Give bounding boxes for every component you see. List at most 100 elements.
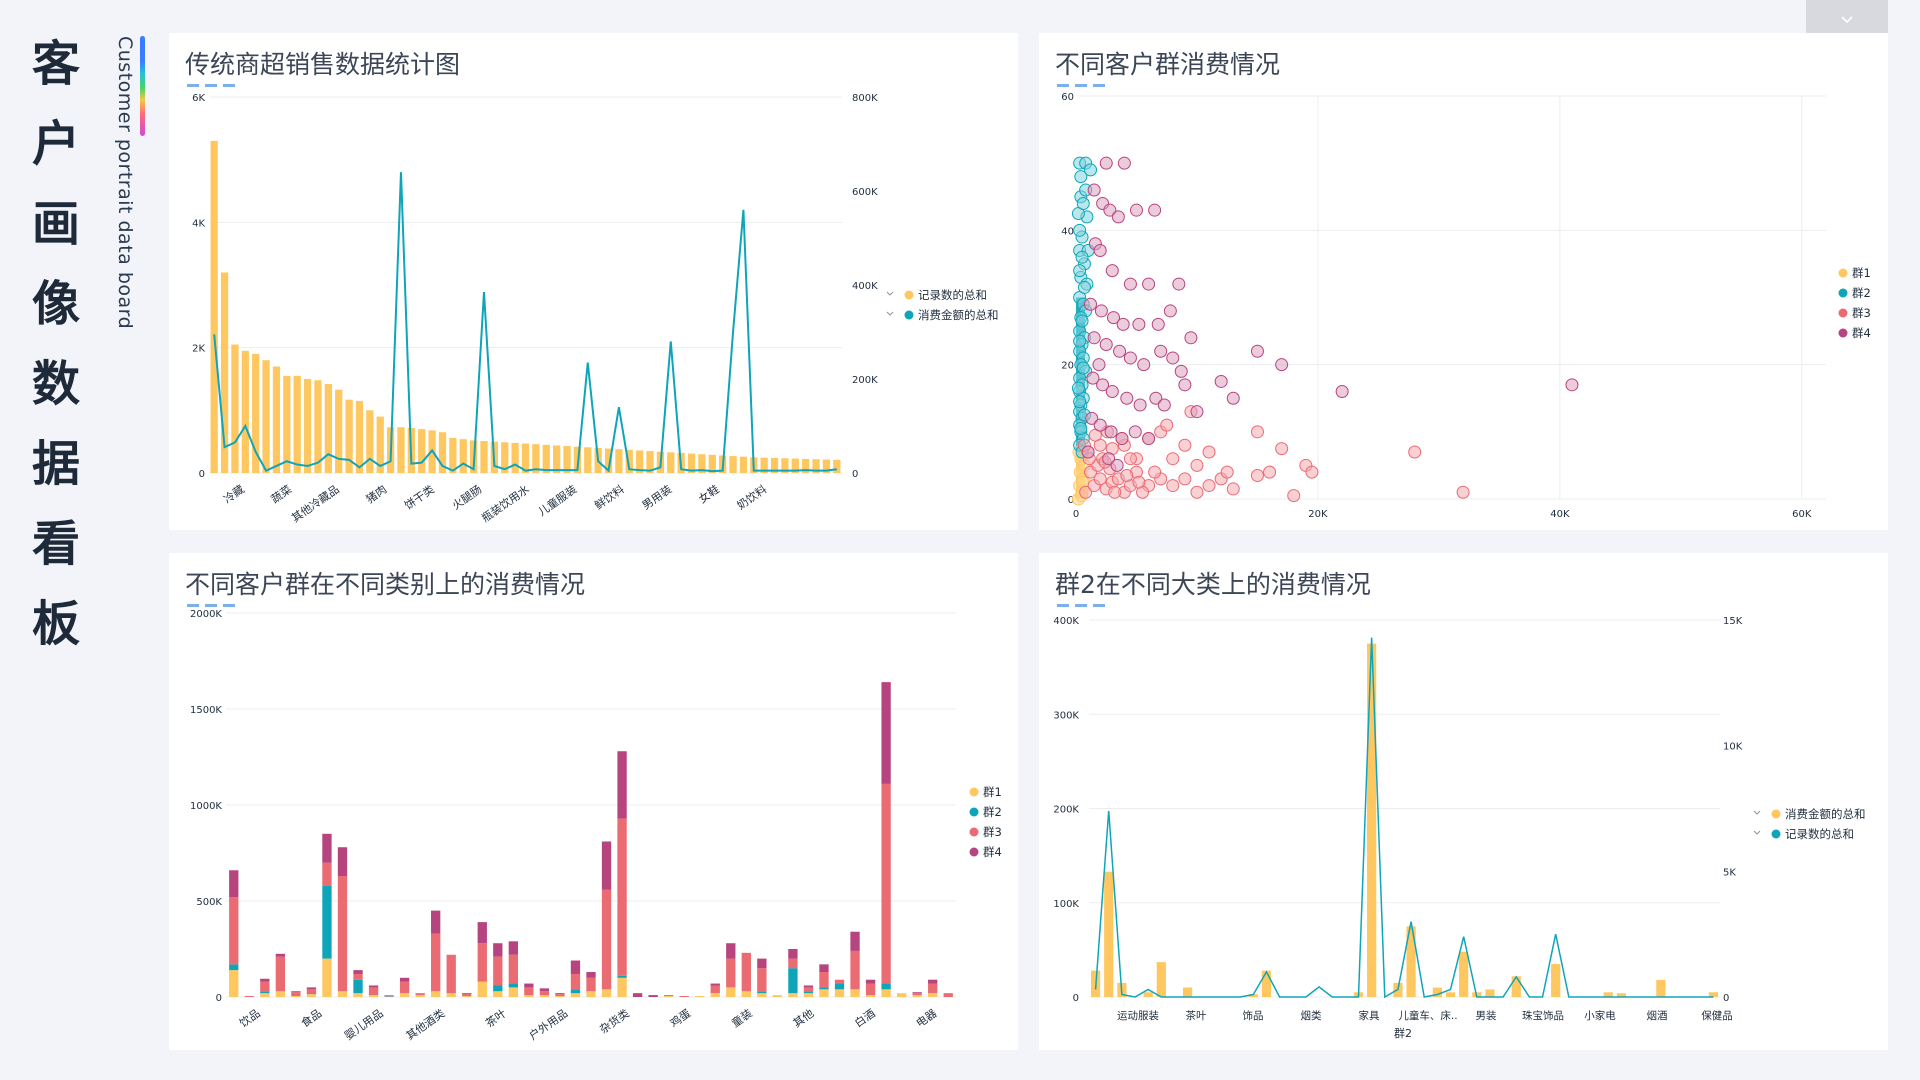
scatter-point	[1093, 418, 1107, 432]
legend-marker	[904, 290, 914, 300]
scatter-point	[1115, 432, 1129, 446]
bar-segment	[524, 995, 534, 997]
scatter-point	[1220, 465, 1234, 479]
bar-segment	[415, 995, 425, 997]
bar-segment	[477, 922, 487, 944]
legend-marker	[904, 310, 914, 320]
bar-segment	[695, 996, 705, 997]
scatter-point	[1142, 277, 1156, 291]
bar-segment	[928, 983, 938, 994]
bar	[303, 379, 312, 473]
bar-segment	[260, 978, 270, 982]
bar-segment	[570, 993, 581, 997]
bar-segment	[881, 989, 891, 997]
bar-segment	[664, 995, 674, 997]
bar-segment	[555, 993, 565, 995]
bar-segment	[834, 979, 845, 984]
bar-segment	[462, 996, 472, 997]
bar	[584, 447, 592, 473]
y-tick-label-right: 0	[852, 469, 858, 480]
x-tick-label: 食品	[298, 1006, 324, 1030]
scatter-point	[1105, 385, 1119, 399]
bar-segment	[260, 993, 270, 997]
bar-segment	[493, 985, 503, 992]
scatter-point	[1117, 156, 1131, 170]
bar-segment	[399, 993, 410, 997]
bar	[1104, 871, 1114, 997]
x-tick-label: 烟类	[1301, 1009, 1323, 1022]
bar-segment	[586, 977, 596, 992]
bar-segment	[710, 993, 720, 997]
bar-segment	[601, 841, 612, 890]
y-tick-label-left: 2K	[192, 344, 205, 355]
bar-segment	[865, 995, 876, 997]
legend-label: 群1	[1852, 266, 1871, 280]
scatter-point	[1190, 485, 1204, 499]
scatter-point	[1120, 468, 1134, 482]
bar	[314, 380, 322, 473]
bar	[1367, 643, 1377, 997]
legend-label: 记录数的总和	[918, 288, 987, 302]
scatter-point	[1172, 277, 1186, 291]
bar-segment	[555, 996, 565, 997]
bar	[739, 456, 748, 473]
bar-segment	[524, 983, 534, 988]
scatter-point	[1084, 163, 1098, 177]
bar-segment	[726, 958, 736, 988]
scatter-point	[1073, 395, 1087, 409]
legend-label: 群4	[1852, 326, 1871, 340]
scatter-point	[1190, 405, 1204, 419]
bar-segment	[850, 950, 860, 990]
bar-segment	[260, 991, 270, 994]
scatter-point	[1076, 361, 1090, 375]
bar-segment	[601, 889, 612, 990]
chart-sales-stats: 0 2K 4K 6K 0 200K 400K 600K 800K 冷藏 蔬菜其他冷藏品 猪肉 饼干类 火腿…	[192, 93, 998, 525]
scatter-point	[1123, 277, 1137, 291]
bar-segment	[757, 968, 767, 992]
bar-segment	[306, 987, 317, 990]
bar-segment	[306, 989, 317, 994]
scatter-point	[1073, 223, 1087, 237]
bar	[667, 452, 675, 473]
bar-segment	[648, 995, 658, 997]
y-tick-label-left: 300K	[1053, 710, 1079, 721]
bar-segment	[306, 993, 317, 995]
scatter-point	[1081, 445, 1095, 459]
legend-marker	[969, 827, 979, 837]
bar-segment	[399, 977, 410, 982]
y-tick-label-right: 10K	[1723, 742, 1743, 753]
bar-segment	[244, 996, 254, 997]
bar-segment	[881, 983, 891, 990]
x-tick-label: 40K	[1550, 509, 1570, 520]
bar-segment	[928, 993, 938, 997]
bar	[1551, 964, 1561, 997]
x-tick-label: 儿童服装	[535, 482, 579, 519]
scatter-point	[1123, 351, 1137, 365]
x-tick-label: 60K	[1792, 509, 1812, 520]
x-tick-label: 女鞋	[696, 482, 722, 506]
scatter-point	[1104, 425, 1118, 439]
y-tick-label: 0	[216, 993, 222, 1004]
x-tick-label: 20K	[1308, 509, 1328, 520]
bar-segment	[539, 991, 550, 996]
x-tick-label: 烟酒	[1647, 1009, 1669, 1022]
bar	[418, 429, 426, 473]
scatter-point	[1202, 445, 1216, 459]
scatter-point	[1073, 264, 1087, 278]
scatter-point	[1166, 479, 1180, 493]
bar-segment	[322, 862, 332, 886]
bar-segment	[710, 983, 720, 986]
legend-label: 群1	[983, 785, 1002, 799]
chevron-down-icon	[1841, 16, 1853, 24]
scatter-point	[1074, 421, 1088, 435]
bar-segment	[741, 952, 751, 992]
legend-label: 群2	[983, 805, 1002, 819]
bar-segment	[229, 870, 239, 898]
bar-segment	[617, 751, 627, 819]
y-tick-label-left: 200K	[1053, 805, 1079, 816]
x-tick-label: 其他	[791, 1007, 816, 1030]
bar-segment	[508, 983, 518, 988]
bar-segment	[337, 847, 348, 877]
scatter-point	[1263, 465, 1277, 479]
bar-segment	[477, 981, 487, 997]
